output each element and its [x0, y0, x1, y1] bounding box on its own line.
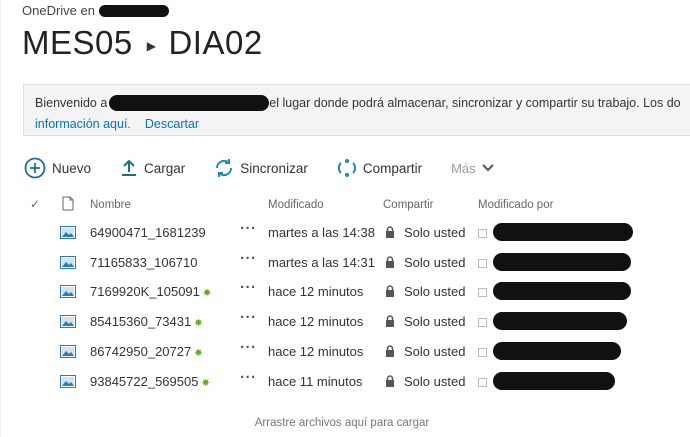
- lock-icon: [386, 315, 394, 328]
- image-file-icon: [60, 344, 76, 358]
- upload-icon: [122, 159, 137, 176]
- file-name[interactable]: 64900471_1681239: [90, 225, 206, 240]
- lock-icon: [386, 345, 394, 357]
- more-options-icon[interactable]: ···: [240, 309, 257, 326]
- lock-icon: [386, 226, 394, 238]
- table-row[interactable]: 85415360_73431 ✸ ··· hace 12 minutos Solo us…: [0, 307, 690, 337]
- breadcrumb-separator-icon: ▶: [146, 39, 157, 53]
- column-name[interactable]: Nombre: [90, 199, 131, 211]
- banner-text: el lugar donde podrá almacenar, sincroni…: [269, 96, 681, 110]
- file-sharing[interactable]: Solo usted: [404, 255, 465, 270]
- more-options-icon[interactable]: ···: [240, 250, 257, 267]
- share-icon: [337, 159, 356, 177]
- row-checkbox[interactable]: [478, 347, 487, 357]
- table-row[interactable]: 93845722_569505 ✸ ··· hace 11 minutos Solo u…: [0, 367, 690, 397]
- file-modified: hace 12 minutos: [268, 314, 364, 330]
- file-name-wrapper[interactable]: 93845722_569505 ✸: [90, 374, 210, 389]
- file-sharing[interactable]: Solo usted: [404, 344, 465, 359]
- row-checkbox[interactable]: [478, 229, 487, 238]
- file-name-wrapper[interactable]: 7169920K_105091 ✸: [90, 284, 211, 299]
- table-row[interactable]: 64900471_1681239 ··· martes a las 14:38 Sol…: [0, 218, 690, 248]
- welcome-banner: Bienvenido a el lugar donde podrá almace…: [23, 84, 690, 136]
- more-button[interactable]: Más: [451, 161, 495, 176]
- table-row[interactable]: 86742950_20727 ✸ ··· hace 12 minutos Solo us…: [0, 337, 690, 367]
- file-modified: hace 12 minutos: [268, 284, 364, 300]
- redacted-user: [493, 252, 631, 271]
- more-options-icon[interactable]: ···: [240, 220, 257, 237]
- file-modified: martes a las 14:38: [268, 225, 375, 240]
- sync-label: Sincronizar: [240, 160, 308, 176]
- redacted-account: [98, 4, 169, 17]
- app-title-bar: OneDrive en: [22, 3, 169, 18]
- redacted-user: [493, 341, 621, 360]
- lock-icon: [386, 255, 394, 268]
- file-name[interactable]: 7169920K_105091: [90, 284, 200, 299]
- banner-dismiss-link[interactable]: Descartar: [145, 117, 199, 131]
- file-name-wrapper[interactable]: 86742950_20727 ✸: [90, 344, 203, 359]
- file-modified: martes a las 14:31: [268, 254, 375, 270]
- file-sharing[interactable]: Solo usted: [404, 374, 465, 389]
- share-label: Compartir: [362, 160, 423, 176]
- redacted-user: [493, 371, 615, 390]
- file-type-icon[interactable]: [62, 196, 74, 211]
- share-button[interactable]: Compartir: [337, 158, 422, 178]
- breadcrumb-current: DIA02: [168, 24, 263, 61]
- file-name[interactable]: 93845722_569505: [90, 374, 198, 389]
- row-checkbox[interactable]: [478, 377, 487, 387]
- sync-icon: [216, 159, 233, 177]
- image-file-icon: [60, 285, 76, 299]
- breadcrumb: MES05 ▶ DIA02: [22, 24, 263, 62]
- select-all-checkmark-icon[interactable]: ✓: [30, 197, 40, 211]
- new-button[interactable]: Nuevo: [24, 157, 91, 179]
- app-title: OneDrive en: [22, 3, 95, 18]
- column-modified[interactable]: Modificado: [268, 199, 324, 211]
- command-bar: Nuevo Cargar Sincronizar Compartir Más: [24, 157, 524, 179]
- image-file-icon: [60, 255, 76, 269]
- banner-prefix: Bienvenido a: [35, 96, 108, 110]
- table-row[interactable]: 7169920K_105091 ✸ ··· hace 12 minutos Solo u…: [0, 277, 690, 307]
- file-name[interactable]: 71165833_106710: [90, 255, 198, 270]
- row-checkbox[interactable]: [478, 318, 487, 328]
- column-sharing[interactable]: Compartir: [383, 199, 433, 211]
- chevron-down-icon: [481, 164, 494, 172]
- row-checkbox[interactable]: [478, 288, 487, 298]
- column-header-row: ✓ Nombre Modificado Compartir Modificado…: [0, 196, 690, 215]
- new-star-icon: ✸: [194, 347, 203, 359]
- file-modified: hace 12 minutos: [268, 343, 364, 359]
- file-sharing[interactable]: Solo usted: [404, 284, 465, 299]
- new-label: Nuevo: [52, 160, 92, 176]
- redacted-org: [109, 95, 270, 111]
- redacted-user: [493, 282, 631, 301]
- file-sharing[interactable]: Solo usted: [404, 225, 465, 240]
- sync-button[interactable]: Sincronizar: [214, 158, 308, 178]
- drop-message: Arrastre archivos aquí para cargar: [254, 417, 430, 429]
- file-modified: hace 11 minutos: [268, 373, 363, 389]
- image-file-icon: [60, 226, 76, 239]
- more-options-icon[interactable]: ···: [240, 339, 257, 356]
- file-name[interactable]: 86742950_20727: [90, 344, 191, 359]
- image-file-icon: [60, 374, 76, 388]
- more-options-icon[interactable]: ···: [240, 369, 257, 386]
- file-sharing[interactable]: Solo usted: [404, 314, 465, 329]
- more-label: Más: [451, 160, 476, 176]
- column-modified-by[interactable]: Modificado por: [478, 199, 553, 211]
- redacted-user: [493, 312, 627, 331]
- file-name-wrapper[interactable]: 85415360_73431 ✸: [90, 314, 203, 329]
- image-file-icon: [60, 315, 76, 329]
- upload-label: Cargar: [144, 160, 186, 176]
- file-name[interactable]: 85415360_73431: [90, 314, 191, 329]
- lock-icon: [386, 374, 394, 387]
- lock-icon: [386, 285, 394, 298]
- new-star-icon: ✸: [201, 377, 210, 389]
- row-checkbox[interactable]: [478, 258, 487, 268]
- upload-button[interactable]: Cargar: [120, 158, 185, 178]
- table-row[interactable]: 71165833_106710 ··· martes a las 14:31 Solo…: [0, 248, 690, 278]
- new-star-icon: ✸: [202, 288, 212, 300]
- more-options-icon[interactable]: ···: [240, 279, 257, 296]
- redacted-user: [493, 223, 633, 241]
- banner-info-link[interactable]: información aquí.: [35, 117, 131, 131]
- breadcrumb-parent[interactable]: MES05: [22, 24, 133, 62]
- add-circle-icon: [24, 157, 46, 179]
- new-star-icon: ✸: [194, 318, 203, 330]
